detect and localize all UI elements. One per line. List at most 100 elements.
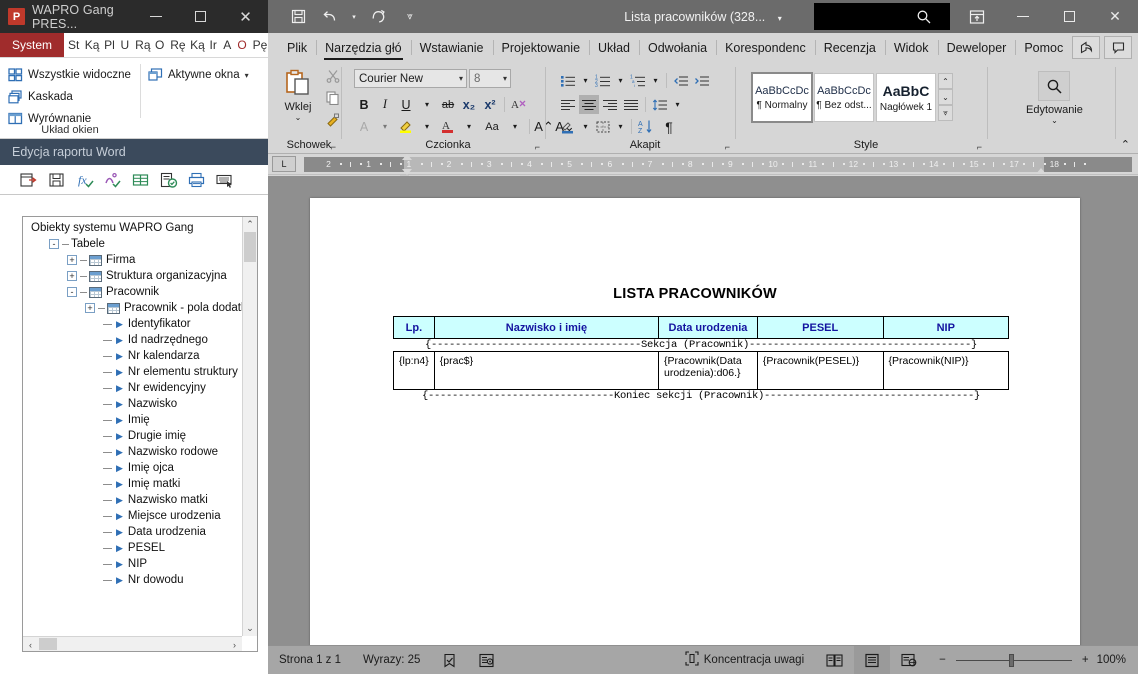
wapro-tab-12[interactable]: Pę (249, 33, 268, 57)
tree-v-scroll-thumb[interactable] (244, 232, 256, 262)
word-ruler[interactable]: L 2 1 1 2 3 4 5 6 7 8 9 10 11 12 13 14 15 17 18 (268, 154, 1138, 180)
collapse-node-icon[interactable]: - (67, 287, 77, 297)
wapro-tab-4[interactable]: U (116, 33, 131, 57)
tab-stop-left-icon[interactable]: L (272, 156, 296, 172)
wapro-tab-2[interactable]: Ką (81, 33, 100, 57)
expand-node-icon[interactable]: + (85, 303, 95, 313)
strikethrough-button[interactable]: ab (438, 95, 458, 114)
tree-node[interactable]: + Firma (23, 252, 242, 268)
chevron-down-icon[interactable]: ⌄ (1051, 116, 1058, 125)
numbering-icon[interactable]: 123 (593, 71, 613, 90)
dialog-launcher-icon[interactable]: ⌐ (535, 142, 540, 152)
tree-node[interactable]: ▶ Imię (23, 412, 242, 428)
export-report-icon[interactable] (20, 172, 38, 188)
clear-formatting-icon[interactable]: A (509, 95, 529, 114)
minimize-icon[interactable] (1000, 0, 1046, 33)
zoom-out-button[interactable]: − (928, 646, 950, 674)
tab-widok[interactable]: Widok (884, 33, 938, 62)
font-color-dropdown-icon[interactable]: ▾ (459, 117, 479, 136)
borders-icon[interactable] (593, 117, 613, 136)
increase-indent-icon[interactable] (692, 71, 712, 90)
chevron-down-icon[interactable]: ▾ (459, 74, 463, 83)
word-count[interactable]: Wyrazy: 25 (352, 646, 431, 674)
wapro-tab-7[interactable]: Rę (166, 33, 186, 57)
change-case-button[interactable]: Aa (480, 117, 504, 136)
dialog-launcher-icon[interactable]: ⌐ (977, 142, 982, 152)
italic-button[interactable]: I (375, 95, 395, 114)
tree-node[interactable]: ▶ Miejsce urodzenia (23, 508, 242, 524)
scroll-up-icon[interactable]: ⌃ (243, 217, 257, 232)
tab-narzedzia-glowne[interactable]: Narzędzia głó (316, 33, 410, 62)
sort-icon[interactable]: AZ (636, 117, 658, 136)
font-family-combobox[interactable]: Courier New ▾ (354, 69, 467, 88)
wapro-tab-system[interactable]: System (0, 33, 65, 57)
tree-node[interactable]: - Pracownik (23, 284, 242, 300)
dialog-launcher-icon[interactable]: ⌐ (331, 142, 336, 152)
line-spacing-dropdown-icon[interactable]: ▾ (671, 95, 684, 114)
tab-deweloper[interactable]: Deweloper (937, 33, 1016, 62)
redo-icon[interactable] (364, 5, 392, 29)
tree-node[interactable]: ▶ Nazwisko rodowe (23, 444, 242, 460)
columns-icon[interactable] (132, 172, 150, 188)
align-center-icon[interactable] (579, 95, 599, 114)
tab-odwolania[interactable]: Odwołania (639, 33, 716, 62)
cell-nazwisko-imie[interactable]: {prac$} (433, 351, 660, 390)
gallery-down-icon[interactable]: ⌄ (938, 89, 953, 105)
tree-vertical-scrollbar[interactable]: ⌃ ⌄ (242, 217, 257, 636)
read-mode-icon[interactable] (815, 646, 854, 674)
collapse-ribbon-icon[interactable]: ⌃ (1121, 138, 1130, 151)
search-icon[interactable] (894, 0, 954, 33)
decrease-indent-icon[interactable] (671, 71, 691, 90)
tree-node[interactable]: + Pracownik - pola dodatkow (23, 300, 242, 316)
bullets-icon[interactable] (558, 71, 578, 90)
tab-plik[interactable]: Plik (278, 33, 316, 62)
chevron-down-icon[interactable]: ▾ (503, 74, 507, 83)
tree-node[interactable]: ▶ Identyfikator (23, 316, 242, 332)
kaskada-button[interactable]: Kaskada (8, 86, 268, 108)
style-card-naglowek-1[interactable]: AaBbC Nagłówek 1 (876, 73, 936, 122)
underline-button[interactable]: U (396, 95, 416, 114)
proofing-icon[interactable] (431, 646, 468, 674)
tab-projektowanie[interactable]: Projektowanie (492, 33, 590, 62)
web-layout-icon[interactable] (890, 646, 928, 674)
validate-document-icon[interactable] (160, 172, 178, 188)
grow-font-icon[interactable]: A⌃ (534, 117, 554, 136)
tree-node[interactable]: ▶ Nazwisko (23, 396, 242, 412)
zoom-slider-thumb[interactable] (1008, 653, 1014, 667)
expand-node-icon[interactable]: + (67, 255, 77, 265)
tree-node[interactable]: - Tabele (23, 236, 242, 252)
paste-button[interactable]: Wklej ⌄ (282, 68, 314, 122)
tree-horizontal-scrollbar[interactable]: ‹ › (23, 636, 242, 651)
show-marks-icon[interactable]: ¶ (659, 117, 679, 136)
maximize-icon[interactable] (178, 0, 223, 33)
tree-node[interactable]: ▶ PESEL (23, 540, 242, 556)
chevron-down-icon[interactable]: ▾ (245, 71, 249, 80)
wapro-tab-3[interactable]: Pl (100, 33, 116, 57)
focus-mode-button[interactable]: Koncentracja uwagi (674, 646, 815, 674)
tree-node[interactable]: ▶ NIP (23, 556, 242, 572)
tree-node[interactable]: ▶ Nazwisko matki (23, 492, 242, 508)
wapro-tab-11[interactable]: O (233, 33, 248, 57)
gallery-up-icon[interactable]: ⌃ (938, 73, 953, 89)
change-case-dropdown-icon[interactable]: ▾ (505, 117, 525, 136)
collapse-node-icon[interactable]: - (49, 239, 59, 249)
gallery-more-icon[interactable]: ⩔ (938, 105, 953, 121)
tree-h-scroll-thumb[interactable] (39, 638, 57, 650)
objects-tree-panel[interactable]: Obiekty systemu WAPRO Gang - Tabele + Firma +… (22, 216, 258, 652)
wapro-tab-5[interactable]: Rą (131, 33, 151, 57)
chevron-down-icon[interactable]: ⌄ (295, 113, 302, 122)
tree-node[interactable]: ▶ Nr dowodu (23, 572, 242, 588)
tree-node[interactable]: ▶ Nr elementu struktury (23, 364, 242, 380)
style-card-normalny[interactable]: AaBbCcDc ¶ Normalny (751, 72, 813, 123)
tree-node[interactable]: ▶ Drugie imię (23, 428, 242, 444)
zoom-in-button[interactable]: + (1078, 646, 1095, 674)
tree-node[interactable]: ▶ Nr ewidencyjny (23, 380, 242, 396)
cell-lp[interactable]: {lp:n4} (393, 351, 435, 390)
cell-data-urodzenia[interactable]: {Pracownik(Data urodzenia):d06.} (658, 351, 758, 390)
wapro-tab-6[interactable]: O (151, 33, 166, 57)
styles-gallery[interactable]: AaBbCcDc ¶ Normalny AaBbCcDc ¶ Bez odst.… (751, 72, 953, 123)
dialog-launcher-icon[interactable]: ⌐ (725, 142, 730, 152)
tree-node[interactable]: Obiekty systemu WAPRO Gang (23, 220, 242, 236)
wapro-tab-8[interactable]: Ką (186, 33, 205, 57)
tree-node[interactable]: ▶ Nr kalendarza (23, 348, 242, 364)
